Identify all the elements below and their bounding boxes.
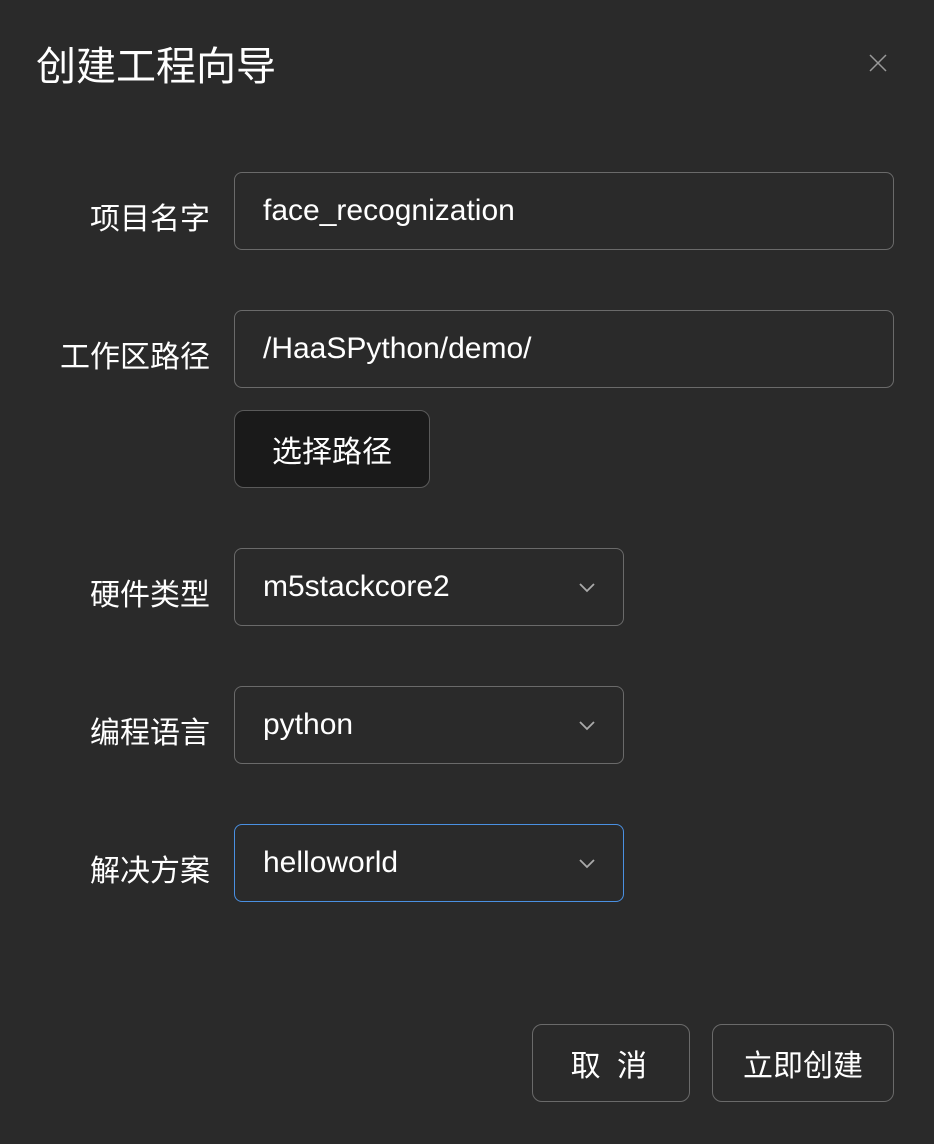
label-hardware-type: 硬件类型 xyxy=(40,548,234,614)
dialog-footer: 取 消 立即创建 xyxy=(0,1024,934,1144)
row-language: 编程语言 python xyxy=(40,686,894,764)
label-language: 编程语言 xyxy=(40,686,234,752)
row-hardware-type: 硬件类型 m5stackcore2 xyxy=(40,548,894,626)
hardware-type-select[interactable]: m5stackcore2 xyxy=(234,548,624,626)
dialog-body: 项目名字 工作区路径 选择路径 硬件类型 m5stackcore2 xyxy=(0,92,934,1024)
label-solution: 解决方案 xyxy=(40,824,234,890)
chevron-down-icon xyxy=(575,713,599,737)
hardware-type-value: m5stackcore2 xyxy=(263,570,450,604)
solution-select[interactable]: helloworld xyxy=(234,824,624,902)
label-project-name: 项目名字 xyxy=(40,172,234,238)
workspace-path-input[interactable] xyxy=(234,310,894,388)
row-workspace-path: 工作区路径 选择路径 xyxy=(40,310,894,488)
close-icon xyxy=(866,51,890,75)
row-solution: 解决方案 helloworld xyxy=(40,824,894,902)
create-label: 立即创建 xyxy=(743,1041,863,1085)
language-value: python xyxy=(263,708,353,742)
language-select[interactable]: python xyxy=(234,686,624,764)
cancel-button[interactable]: 取 消 xyxy=(532,1024,690,1102)
solution-value: helloworld xyxy=(263,846,398,880)
dialog-header: 创建工程向导 xyxy=(0,0,934,92)
select-path-button[interactable]: 选择路径 xyxy=(234,410,430,488)
chevron-down-icon xyxy=(575,575,599,599)
dialog-title: 创建工程向导 xyxy=(36,34,276,92)
cancel-label: 取 消 xyxy=(571,1041,651,1085)
label-workspace-path: 工作区路径 xyxy=(40,310,234,376)
row-project-name: 项目名字 xyxy=(40,172,894,250)
select-path-label: 选择路径 xyxy=(272,427,392,471)
chevron-down-icon xyxy=(575,851,599,875)
project-name-input[interactable] xyxy=(234,172,894,250)
create-button[interactable]: 立即创建 xyxy=(712,1024,894,1102)
close-button[interactable] xyxy=(862,47,894,79)
wizard-dialog: 创建工程向导 项目名字 工作区路径 选择路径 硬件类型 xyxy=(0,0,934,1144)
